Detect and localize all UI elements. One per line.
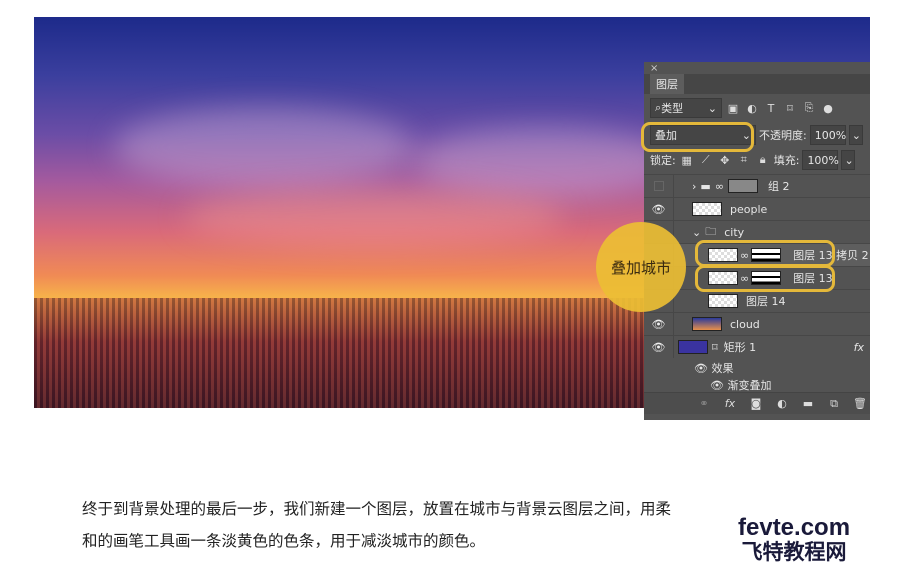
watermark-logo: fevte.com 飞特教程网 [738, 514, 851, 565]
lock-icon[interactable]: 🔒︎ [755, 153, 771, 167]
callout-bubble: 叠加城市 [596, 222, 686, 312]
visibility-toggle[interactable] [644, 175, 674, 197]
eye-icon[interactable]: 👁︎ [644, 198, 674, 220]
tab-layers[interactable]: 图层 [650, 74, 684, 94]
chevron-down-icon[interactable]: ⌄ [692, 226, 701, 239]
layer-people[interactable]: 👁︎ people [644, 197, 870, 220]
adjustment-filter-icon[interactable]: ◐ [744, 102, 760, 115]
trash-icon[interactable]: 🗑︎ [852, 397, 868, 410]
link-icon[interactable]: ⚭ [696, 397, 712, 410]
eye-icon[interactable]: 👁︎ [644, 336, 674, 358]
layer-cloud[interactable]: 👁︎ cloud [644, 312, 870, 335]
layer-thumbnail [692, 202, 722, 216]
artboard-icon[interactable]: ⌗ [736, 153, 752, 167]
type-filter-icon[interactable]: T [763, 102, 779, 115]
filter-select[interactable]: ⌕ 类型 ⌄ [650, 98, 722, 118]
eye-icon[interactable]: 👁︎ [694, 362, 708, 375]
layer-highlight [695, 240, 835, 267]
close-icon[interactable]: × [650, 63, 658, 74]
layer-rectangle-1[interactable]: 👁︎ ⌑ 矩形 1 fx [644, 335, 870, 358]
lock-pixels-icon[interactable]: ▦ [679, 154, 695, 167]
chevron-right-icon[interactable]: › [692, 180, 696, 193]
eye-icon[interactable]: 👁︎ [644, 313, 674, 335]
mask-icon[interactable]: ◙ [748, 397, 764, 410]
filter-toggle-icon[interactable]: ● [820, 102, 836, 115]
fill-input[interactable]: 100% [802, 150, 839, 170]
link-icon: ∞ [714, 179, 724, 193]
fill-label: 填充: [773, 154, 800, 167]
mask-thumbnail [727, 179, 758, 193]
effects-row[interactable]: 👁︎ 效果 [644, 359, 870, 377]
layer-thumbnail [692, 317, 722, 331]
lock-label: 锁定: [650, 154, 676, 167]
fx-icon[interactable]: fx [722, 397, 738, 410]
adjustment-icon[interactable]: ◐ [774, 397, 790, 410]
new-layer-icon[interactable]: ⧉ [826, 397, 842, 411]
brush-icon[interactable]: ⟋ [698, 153, 714, 167]
blend-mode-highlight [641, 122, 754, 152]
move-icon[interactable]: ✥ [717, 154, 733, 167]
article-paragraph: 终于到背景处理的最后一步，我们新建一个图层，放置在城市与背景云图层之间，用柔 和… [82, 500, 672, 550]
layer-highlight [695, 265, 835, 292]
layer-thumbnail [708, 294, 738, 308]
opacity-input[interactable]: 100% [809, 125, 846, 145]
eye-icon[interactable]: 👁︎ [710, 379, 724, 392]
folder-icon[interactable]: ▬ [800, 397, 816, 410]
layer-thumbnail [678, 340, 708, 354]
shape-filter-icon[interactable]: ⌑ [782, 102, 798, 115]
image-filter-icon[interactable]: ▣ [725, 102, 741, 115]
opacity-label: 不透明度: [759, 129, 807, 142]
layer-group-2[interactable]: › ▬ ∞ 组 2 [644, 174, 870, 197]
smart-object-filter-icon[interactable]: ⎘ [801, 101, 817, 115]
folder-icon: 🗀︎ [705, 224, 717, 238]
opacity-dropdown[interactable]: ⌄ [848, 125, 863, 145]
folder-icon: ▬ [700, 179, 711, 193]
fx-icon[interactable]: fx [854, 341, 864, 354]
chevron-down-icon: ⌄ [707, 101, 717, 115]
fill-dropdown[interactable]: ⌄ [841, 150, 856, 170]
shape-icon: ⌑ [712, 340, 718, 354]
